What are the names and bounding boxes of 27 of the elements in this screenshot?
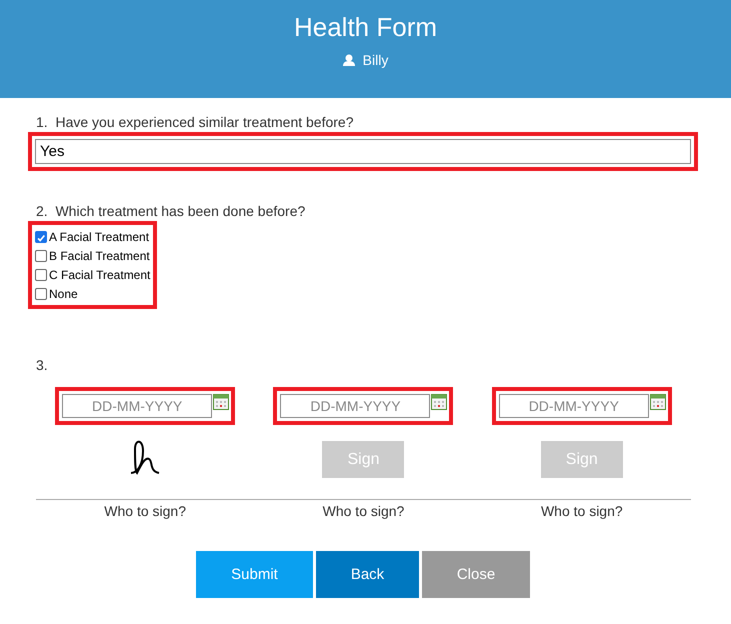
checkbox-label: C Facial Treatment — [49, 268, 150, 282]
signer-caption: Who to sign? — [540, 503, 623, 519]
close-button[interactable]: Close — [422, 551, 530, 598]
user-icon — [342, 54, 355, 66]
checkbox[interactable] — [35, 268, 47, 280]
checkbox[interactable] — [35, 250, 47, 262]
question-label: 2. Which treatment has been done before? — [36, 203, 306, 219]
question-label: 3. — [36, 357, 49, 373]
submit-button[interactable]: Submit — [196, 551, 313, 598]
date-field[interactable]: DD-MM-YYYY — [280, 394, 430, 418]
checkbox-label: B Facial Treatment — [49, 248, 150, 262]
date-field[interactable]: DD-MM-YYYY — [498, 394, 649, 418]
checkbox-label: None — [49, 286, 78, 300]
checkbox-label: A Facial Treatment — [49, 230, 150, 244]
back-button[interactable]: Back — [316, 551, 419, 598]
signer-caption: Who to sign? — [322, 503, 404, 519]
user-name: Billy — [362, 52, 388, 68]
checkbox[interactable] — [35, 288, 47, 300]
answer-field[interactable]: Yes — [28, 132, 698, 171]
calendar-icon[interactable] — [431, 394, 448, 410]
form-title: Health Form — [294, 12, 438, 43]
date-field[interactable]: DD-MM-YYYY — [62, 394, 212, 418]
calendar-icon[interactable] — [213, 394, 230, 410]
signer-caption: Who to sign? — [104, 503, 186, 519]
checkbox[interactable] — [35, 230, 47, 242]
question-label: 1. Have you experienced similar treatment before? — [36, 114, 354, 130]
calendar-icon[interactable] — [650, 394, 666, 410]
